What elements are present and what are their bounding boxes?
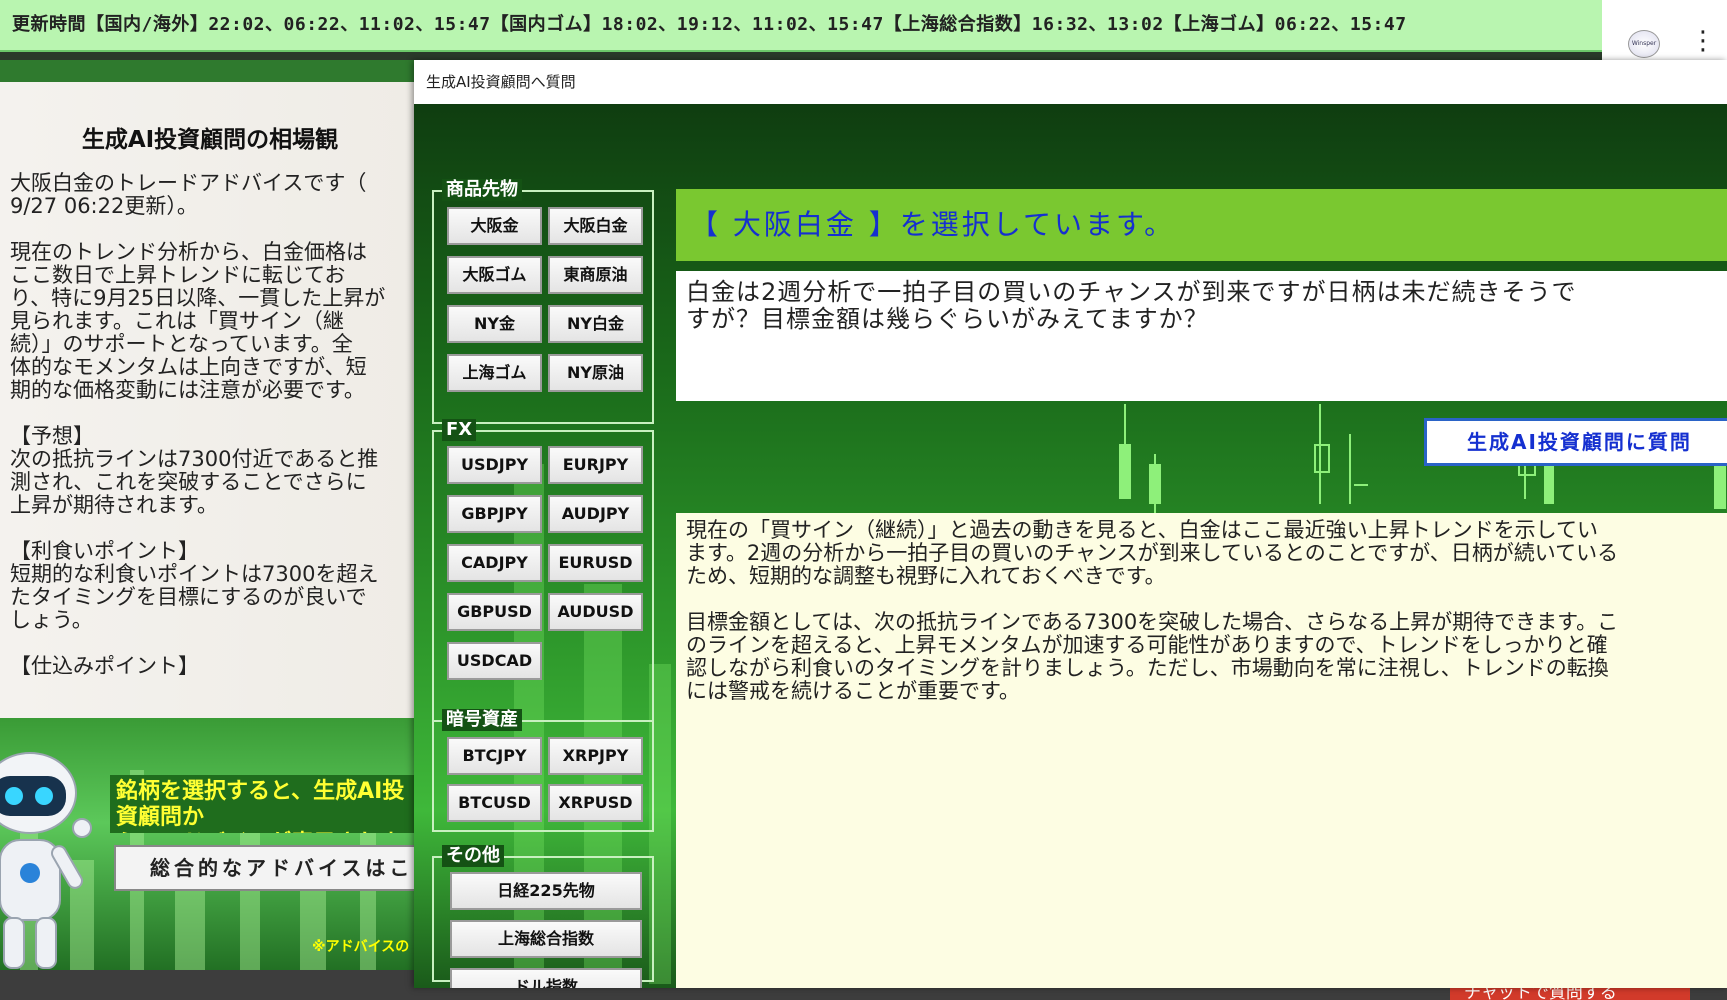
candle — [1544, 464, 1554, 504]
market-view-title: 生成AI投資顧問の相場観 — [81, 127, 339, 153]
instrument-button[interactable]: 上海ゴム — [447, 354, 542, 392]
question-input[interactable]: 白金は2週分析で一拍子目の買いのチャンスが到来ですが日柄は未だ続きそうで すが？… — [676, 271, 1727, 401]
select-instruction-banner: 銘柄を選択すると、生成AI投資顧問か らのアドバイスが表示されます。 — [110, 775, 420, 833]
dialog-body: 商品先物 大阪金 大阪白金 大阪ゴム 東商原油 NY金 NY白金 上海ゴム NY… — [414, 104, 1727, 988]
ai-advisor-dialog: 生成AI投資顧問へ質問 商品先物 大阪金 大阪白金 大阪ゴム 東商原油 NY金 … — [414, 60, 1727, 988]
candle — [1149, 464, 1161, 504]
candle — [1119, 444, 1131, 499]
instrument-button[interactable]: GBPJPY — [447, 495, 542, 533]
top-right-toolbar: Winsper ⋮ — [1602, 0, 1727, 62]
dialog-title: 生成AI投資顧問へ質問 — [414, 60, 1727, 104]
robot-mascot-icon — [0, 752, 92, 969]
instrument-button[interactable]: USDCAD — [447, 642, 542, 680]
selected-instrument-header: 【 大阪白金 】を選択しています。 — [676, 189, 1727, 261]
candle — [1314, 444, 1330, 473]
instrument-button[interactable]: 日経225先物 — [450, 872, 642, 910]
update-time-ticker: 更新時間【国内/海外】22:02、06:22、11:02、15:47【国内ゴム】… — [0, 0, 1612, 52]
instrument-button[interactable]: AUDJPY — [548, 495, 643, 533]
instrument-button[interactable]: 大阪ゴム — [447, 256, 542, 294]
market-view-text: 大阪白金のトレードアドバイスです（ 9/27 06:22更新）。 現在のトレンド… — [10, 171, 386, 678]
advisor-answer: 現在の「買サイン（継続）」と過去の動きを見ると、白金はここ最近強い上昇トレンドを… — [676, 513, 1727, 988]
panel-top-strip — [0, 60, 420, 82]
instrument-button[interactable]: EURUSD — [548, 544, 643, 582]
more-vertical-icon[interactable]: ⋮ — [1690, 28, 1716, 54]
instrument-button[interactable]: 上海総合指数 — [450, 920, 642, 958]
instrument-button[interactable]: 大阪白金 — [548, 207, 643, 245]
fx-group-label: FX — [442, 419, 477, 441]
decor-bar — [240, 820, 260, 980]
candle-wick — [1349, 434, 1351, 504]
instrument-button[interactable]: 東商原油 — [548, 256, 643, 294]
overall-advice-button[interactable]: 総合的なアドバイスはこちら — [114, 845, 420, 891]
ask-advisor-button[interactable]: 生成AI投資顧問に質問 — [1424, 418, 1727, 466]
decor-bar — [175, 890, 205, 980]
instrument-button[interactable]: NY原油 — [548, 354, 643, 392]
futures-group-label: 商品先物 — [442, 179, 522, 201]
instrument-button[interactable]: XRPJPY — [548, 737, 643, 775]
instrument-button[interactable]: 大阪金 — [447, 207, 542, 245]
advice-note: ※アドバイスの — [312, 939, 410, 955]
instrument-button[interactable]: GBPUSD — [447, 593, 542, 631]
instrument-button[interactable]: USDJPY — [447, 446, 542, 484]
instrument-button[interactable]: NY白金 — [548, 305, 643, 343]
instrument-button[interactable]: BTCUSD — [447, 784, 542, 822]
instrument-button[interactable]: XRPUSD — [548, 784, 643, 822]
instrument-button[interactable]: ドル指数 — [450, 968, 642, 988]
crypto-group-label: 暗号資産 — [442, 709, 522, 731]
extension-logo-icon[interactable]: Winsper — [1628, 30, 1660, 58]
instrument-button[interactable]: NY金 — [447, 305, 542, 343]
candle — [1354, 484, 1368, 486]
other-group-label: その他 — [442, 845, 504, 867]
instrument-button[interactable]: EURJPY — [548, 446, 643, 484]
selected-instrument-text: 【 大阪白金 】を選択しています。 — [690, 208, 1176, 241]
instrument-button[interactable]: AUDUSD — [548, 593, 643, 631]
instrument-button[interactable]: BTCJPY — [447, 737, 542, 775]
instrument-button[interactable]: CADJPY — [447, 544, 542, 582]
